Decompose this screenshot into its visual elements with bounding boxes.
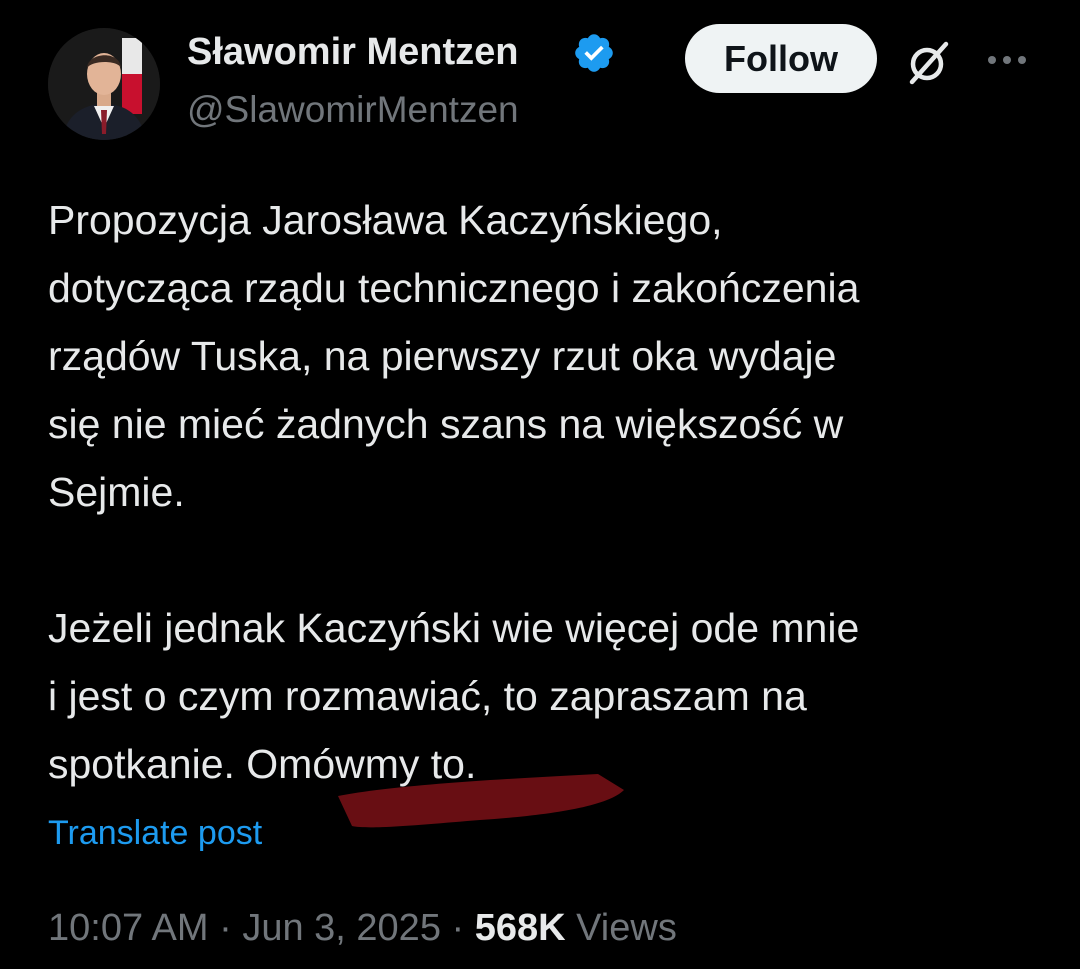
views-label: Views (576, 907, 677, 949)
display-name[interactable]: Sławomir Mentzen (187, 28, 519, 76)
verified-badge-icon (575, 34, 613, 72)
meta-separator: · (219, 907, 232, 949)
views-count: 568K (474, 907, 566, 949)
post-text: Propozycja Jarosława Kaczyńskiego, dotyc… (48, 186, 1058, 798)
grok-icon[interactable] (900, 38, 958, 86)
avatar-image (48, 28, 160, 140)
avatar[interactable] (48, 28, 160, 140)
user-handle[interactable]: @SlawomirMentzen (187, 86, 519, 134)
highlight-underline-mark (338, 774, 624, 828)
translate-post-link[interactable]: Translate post (48, 812, 262, 854)
post-time[interactable]: 10:07 AM (48, 907, 209, 949)
meta-separator: · (451, 907, 465, 949)
more-dots-icon[interactable] (984, 48, 1030, 72)
follow-button[interactable]: Follow (685, 24, 877, 93)
post-meta: 10:07 AM · Jun 3, 2025 · 568K Views (48, 904, 677, 952)
post-paragraph-1: Propozycja Jarosława Kaczyńskiego, dotyc… (48, 197, 860, 515)
post-date[interactable]: Jun 3, 2025 (242, 907, 441, 949)
